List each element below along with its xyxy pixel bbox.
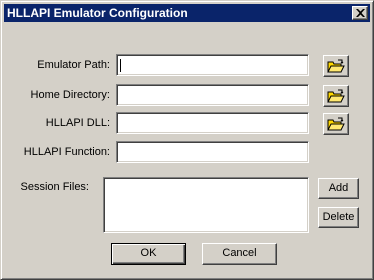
hllapi-function-label: HLLAPI Function: [23,146,110,158]
hllapi-function-field[interactable] [116,141,309,163]
cancel-button[interactable]: Cancel [202,243,277,265]
ok-button[interactable]: OK [111,243,186,265]
home-directory-field[interactable] [116,84,309,106]
emulator-path-label: Emulator Path: [37,59,110,71]
open-folder-icon [327,59,345,73]
session-files-label: Session Files: [20,181,89,193]
hllapi-dll-label: HLLAPI DLL: [45,117,110,129]
add-button-label: Add [328,182,349,194]
browse-home-directory-button[interactable] [323,85,349,107]
emulator-path-field[interactable] [116,54,309,76]
session-files-list[interactable] [103,177,309,233]
close-button[interactable] [352,6,368,20]
open-folder-icon [327,117,345,131]
dialog-window: HLLAPI Emulator Configuration Emulator P… [0,0,374,280]
close-icon [356,9,365,17]
cancel-button-label: Cancel [222,247,257,259]
ok-button-label: OK [140,247,157,259]
add-button[interactable]: Add [318,178,359,199]
delete-button[interactable]: Delete [318,207,359,228]
title-bar[interactable]: HLLAPI Emulator Configuration [4,4,370,22]
browse-emulator-path-button[interactable] [323,55,349,77]
open-folder-icon [327,89,345,103]
delete-button-label: Delete [322,211,355,223]
home-directory-label: Home Directory: [30,89,110,101]
window-title: HLLAPI Emulator Configuration [7,6,188,20]
hllapi-dll-field[interactable] [116,112,309,134]
browse-hllapi-dll-button[interactable] [323,113,349,135]
text-caret [120,59,121,72]
